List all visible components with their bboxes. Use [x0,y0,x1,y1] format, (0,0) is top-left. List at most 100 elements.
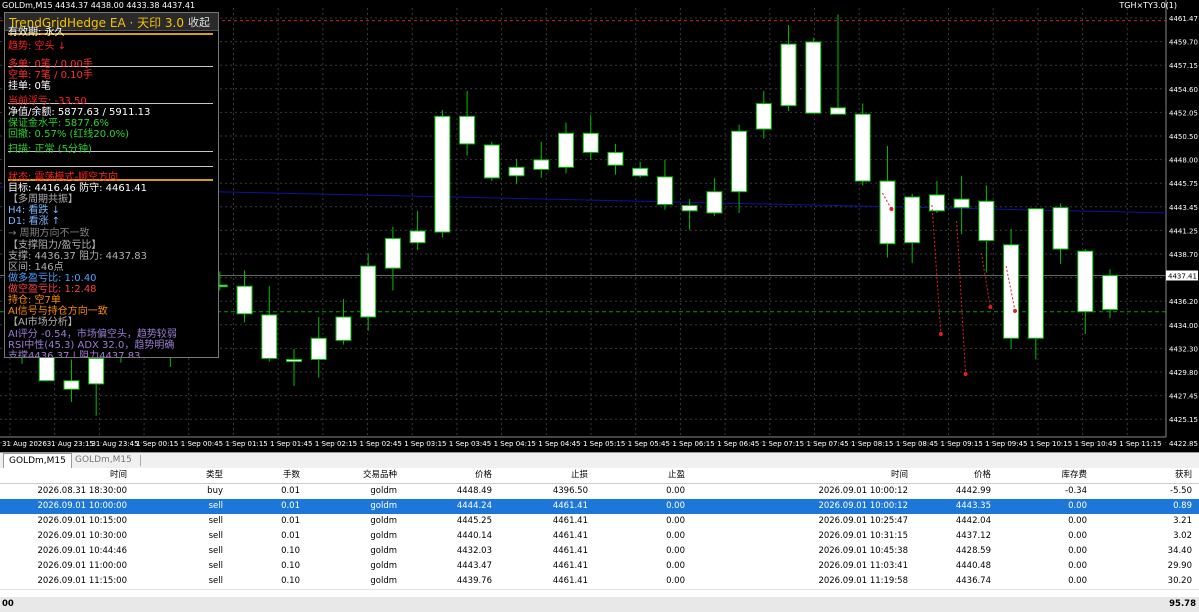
candle-body [805,41,822,114]
candle-body [978,200,995,242]
table-cell: 2026.09.01 10:25:47 [818,516,908,526]
panel-line: 多单: 0笔 / 0.00手 [8,59,93,70]
column-header[interactable]: 库存费 [991,468,1087,483]
column-header[interactable]: 获利 [1087,468,1192,483]
table-row[interactable]: 2026.09.01 11:00:00 sell 0.10 goldm 4443.47 4… [0,559,1199,575]
table-cell: 29.90 [1167,561,1192,571]
time-tick: 1 Sep 04:45 [538,440,580,448]
collapse-button[interactable]: 收起 [188,14,210,30]
table-cell: 4461.41 [552,576,588,586]
table-cell: 0.00 [1068,516,1087,526]
table-row[interactable]: 2026.09.01 10:15:00 sell 0.01 goldm 4445.25 4… [0,514,1199,530]
ea-info-panel: TrendGridHedge EA · 天印 3.0 收起 有效期: 永久 趋势:… [4,12,219,358]
candle-body [38,353,55,382]
table-cell: 0.00 [1068,531,1087,541]
candle-body [558,132,574,168]
time-tick: 31 Aug 23:45 [91,440,138,448]
table-cell: 4439.76 [456,576,492,586]
panel-line: 【支撑阻力/盈亏比】 [8,240,102,251]
table-footer: 00 95.78 [0,597,1199,612]
tab-goldm-m15-active[interactable]: GOLDm,M15 [3,453,72,468]
table-cell: -5.50 [1170,486,1192,496]
time-tick: 31 Aug 23:15 [47,440,94,448]
candle-body [706,191,723,214]
price-tick: 4436.20 [1169,298,1198,306]
table-cell: sell [208,531,223,541]
candle-body [928,194,945,212]
table-cell: 4442.04 [955,516,991,526]
trade-exit-marker [938,332,943,336]
column-header[interactable]: 时间 [685,468,908,483]
candle-body [904,196,921,244]
column-header[interactable]: 价格 [908,468,991,483]
candle-body [582,132,599,153]
price-tick: 4445.75 [1169,180,1198,188]
table-cell: 4444.24 [456,501,492,511]
table-cell: 2026.09.01 10:30:00 [37,531,127,541]
table-cell: 4461.41 [552,561,588,571]
table-cell: 30.20 [1167,576,1192,586]
table-row[interactable]: 2026.09.01 10:44:46 sell 0.10 goldm 4432.03 4… [0,544,1199,560]
chart-tab-bar: GOLDm,M15 GOLDm,M15 [0,452,1199,469]
candle-body [409,230,426,244]
panel-line: 做空盈亏比: 1:2.48 [8,284,97,295]
price-tick: 4450.50 [1169,133,1198,141]
panel-line: 做多盈亏比: 1:0.40 [8,273,97,284]
table-row[interactable]: 2026.08.31 18:30:00 buy 0.01 goldm 4448.49 43… [0,484,1199,500]
price-tick: 4429.80 [1169,369,1198,377]
column-header[interactable]: 交易品种 [300,468,397,483]
time-tick: 1 Sep 02:15 [315,440,357,448]
panel-line: 回撤: 0.57% (红线20.0%) [8,129,130,140]
table-cell: 3.21 [1173,516,1192,526]
candle-body [607,151,624,166]
column-header[interactable]: 时间 [0,468,127,483]
trade-exit-marker [1013,309,1018,313]
panel-line: 目标: 4416.46 防守: 4461.41 [8,183,147,194]
column-header[interactable]: 止盈 [588,468,685,483]
table-cell: goldm [370,576,397,586]
table-cell: 4461.41 [552,501,588,511]
table-cell: sell [208,501,223,511]
table-cell: 2026.09.01 10:15:00 [37,516,127,526]
panel-line: AI评分 -0.54，市场偏空头，趋势较弱 [8,329,177,340]
panel-line: 状态: 震荡模式-顺空方向 [8,172,119,183]
column-header[interactable]: 止损 [492,468,588,483]
candle-body [286,358,302,363]
table-cell: 0.01 [281,486,300,496]
footer-total: 95.78 [1169,599,1196,609]
candle-body [953,198,970,209]
table-cell: 2026.09.01 11:15:00 [37,576,127,586]
table-cell: 0.00 [666,546,685,556]
table-cell: 0.89 [1173,501,1192,511]
table-cell: goldm [370,561,397,571]
time-tick: 1 Sep 05:45 [628,440,670,448]
panel-line: RSI中性(45.3) ADX 32.0，趋势明确 [8,340,175,351]
table-cell: 0.01 [281,501,300,511]
candle-body [310,337,327,360]
table-cell: 0.00 [1068,546,1087,556]
trade-arrow [956,220,967,375]
tab-goldm-m15[interactable]: GOLDm,M15 [70,453,137,467]
table-row[interactable]: 2026.09.01 11:15:00 sell 0.10 goldm 4439.76 4… [0,574,1199,590]
column-header[interactable]: 价格 [397,468,492,483]
table-cell: 0.00 [1068,576,1087,586]
candle-body [483,144,500,179]
panel-line: 有效期: 永久 [8,27,65,38]
table-row[interactable]: 2026.09.01 10:30:00 sell 0.01 goldm 4440.14 4… [0,529,1199,545]
panel-line: 区间: 146点 [8,262,64,273]
trade-history-table: 时间 类型 手数 交易品种 价格 止损 止盈 时间 价格 库存费 获利 2026.08.31 18:… [0,468,1199,612]
table-cell: 4443.47 [456,561,492,571]
column-header[interactable]: 手数 [223,468,300,483]
table-row[interactable]: 2026.09.01 10:00:00 sell 0.01 goldm 4444.24 4… [0,499,1199,515]
tab-divider [140,455,141,466]
time-tick: 1 Sep 09:45 [985,440,1027,448]
table-cell: 2026.09.01 10:00:12 [818,501,908,511]
table-cell: goldm [370,486,397,496]
column-header[interactable]: 类型 [127,468,223,483]
price-chart[interactable]: 4461.47 4459.70 4457.15 4454.60 4452.05 4450.… [0,0,1199,452]
table-cell: 4440.14 [456,531,492,541]
time-tick: 31 Aug 2026 [2,440,47,448]
panel-line: 保证金水平: 5877.6% [8,118,110,129]
table-cell: 0.01 [281,516,300,526]
time-tick: 1 Sep 08:45 [896,440,938,448]
